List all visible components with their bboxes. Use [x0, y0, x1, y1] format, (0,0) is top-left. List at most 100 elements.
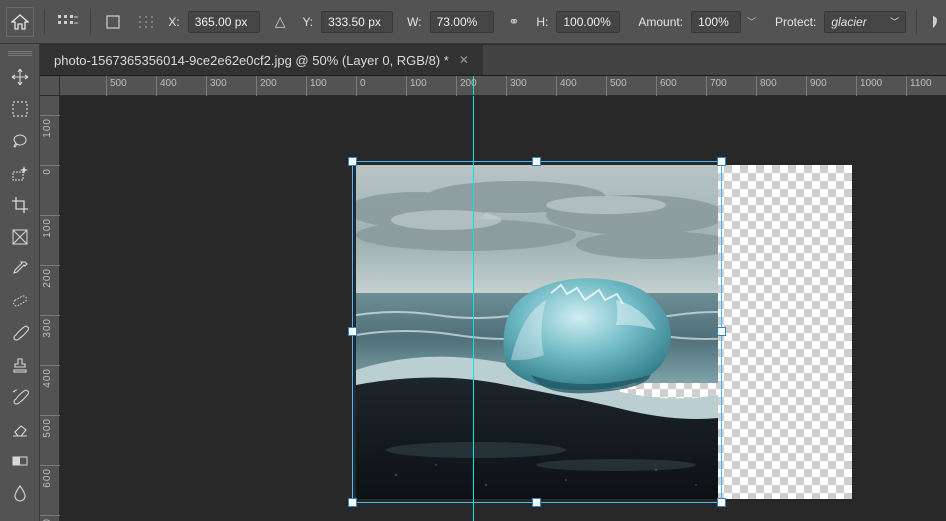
toggle-grid-icon[interactable] — [134, 9, 159, 35]
move-tool[interactable] — [4, 61, 36, 93]
ruler-h-label: 1100 — [910, 78, 932, 89]
square-icon — [106, 15, 120, 29]
separator — [44, 9, 45, 35]
amount-label: Amount: — [638, 15, 683, 29]
ruler-v-label: 100 — [42, 118, 53, 138]
link-wh-button[interactable]: ⚭ — [502, 9, 527, 35]
ruler-h-label: 500 — [610, 78, 627, 89]
marquee-tool[interactable] — [4, 93, 36, 125]
history-brush-tool[interactable] — [4, 381, 36, 413]
reference-point-selector[interactable] — [55, 9, 80, 35]
y-label: Y: — [302, 15, 313, 29]
reference-grid-icon — [57, 14, 79, 30]
eraser-tool[interactable] — [4, 413, 36, 445]
document-tab[interactable]: photo-1567365356014-9ce2e62e0cf2.jpg @ 5… — [40, 45, 483, 75]
ruler-h-tick: 300 — [206, 76, 207, 96]
x-field[interactable] — [188, 11, 260, 33]
crop-tool[interactable] — [4, 189, 36, 221]
gradient-icon — [11, 452, 29, 470]
ruler-h-tick: 1000 — [856, 76, 857, 96]
options-bar: X: △ Y: W: ⚭ H: Amount: ﹀ Protect: glaci… — [0, 0, 946, 44]
crop-icon — [11, 196, 29, 214]
ruler-h-tick: 800 — [756, 76, 757, 96]
w-field[interactable] — [430, 11, 494, 33]
amount-stepper[interactable]: ﹀ — [747, 15, 757, 28]
eyedropper-tool[interactable] — [4, 253, 36, 285]
document-title: photo-1567365356014-9ce2e62e0cf2.jpg @ 5… — [54, 53, 449, 68]
ruler-h-label: 200 — [260, 78, 277, 89]
brush-tool[interactable] — [4, 317, 36, 349]
document-tab-bar: photo-1567365356014-9ce2e62e0cf2.jpg @ 5… — [40, 44, 946, 76]
ruler-h-tick: 100 — [406, 76, 407, 96]
chevron-down-icon: ﹀ — [890, 15, 899, 28]
y-field[interactable] — [321, 11, 393, 33]
lasso-tool[interactable] — [4, 125, 36, 157]
x-label: X: — [168, 15, 179, 29]
ruler-v-label: 400 — [42, 368, 53, 388]
ruler-h-tick: 500 — [106, 76, 107, 96]
dot-grid-icon — [138, 15, 154, 29]
document-background — [356, 165, 852, 499]
tools-panel — [0, 44, 40, 521]
ruler-h-label: 300 — [210, 78, 227, 89]
stamp-icon — [11, 356, 29, 374]
ruler-h-tick: 400 — [556, 76, 557, 96]
frame-tool[interactable] — [4, 221, 36, 253]
ruler-v-label: 100 — [42, 218, 53, 238]
handle-bottom-right[interactable] — [717, 498, 726, 507]
ruler-h-label: 100 — [310, 78, 327, 89]
ruler-v-tick: 600 — [40, 465, 60, 466]
lasso-icon — [11, 132, 29, 150]
protect-label: Protect: — [775, 15, 816, 29]
canvas-viewport[interactable] — [60, 96, 946, 521]
delta-icon-button[interactable]: △ — [268, 9, 293, 35]
h-label: H: — [536, 15, 548, 29]
close-tab-icon[interactable]: ✕ — [459, 53, 469, 67]
ruler-h-tick: 500 — [606, 76, 607, 96]
gradient-tool[interactable] — [4, 445, 36, 477]
handle-bottom-left[interactable] — [348, 498, 357, 507]
ruler-h-tick: 200 — [256, 76, 257, 96]
amount-field[interactable] — [691, 11, 741, 33]
protect-select[interactable]: glacier ﹀ — [824, 11, 906, 33]
blur-tool[interactable] — [4, 477, 36, 509]
wand-select-icon — [11, 164, 29, 182]
stamp-tool[interactable] — [4, 349, 36, 381]
ruler-h-label: 400 — [560, 78, 577, 89]
panel-grip[interactable] — [8, 51, 32, 57]
ruler-h-label: 100 — [410, 78, 427, 89]
protect-value: glacier — [831, 15, 866, 29]
home-icon — [11, 14, 29, 30]
ruler-h-label: 600 — [660, 78, 677, 89]
quick-select-tool[interactable] — [4, 157, 36, 189]
ruler-h-label: 800 — [760, 78, 777, 89]
eraser-icon — [11, 420, 29, 438]
ruler-h-tick: 100 — [306, 76, 307, 96]
vertical-guide[interactable] — [473, 96, 474, 521]
shield-partial-icon — [928, 15, 938, 29]
ruler-h-label: 1000 — [860, 78, 882, 89]
marquee-icon — [11, 100, 29, 118]
vertical-ruler[interactable]: 1000100200300400500600700 — [40, 96, 60, 521]
ruler-h-label: 0 — [360, 78, 366, 89]
toggle-square-icon[interactable] — [101, 9, 126, 35]
handle-bottom-center[interactable] — [532, 498, 541, 507]
ruler-h-tick: 0 — [356, 76, 357, 96]
frame-icon — [11, 228, 29, 246]
h-field[interactable] — [556, 11, 620, 33]
home-button[interactable] — [6, 7, 34, 37]
ruler-h-label: 500 — [110, 78, 127, 89]
separator — [916, 9, 917, 35]
image-layer[interactable] — [356, 165, 718, 499]
droplet-icon — [11, 484, 29, 502]
ruler-h-tick: 300 — [506, 76, 507, 96]
overflow-button[interactable] — [927, 9, 940, 35]
healing-tool[interactable] — [4, 285, 36, 317]
ruler-v-label: 300 — [42, 318, 53, 338]
ruler-v-tick: 100 — [40, 115, 60, 116]
ruler-h-tick: 1100 — [906, 76, 907, 96]
ruler-v-label: 500 — [42, 418, 53, 438]
ruler-v-tick: 100 — [40, 215, 60, 216]
ruler-h-tick: 700 — [706, 76, 707, 96]
horizontal-ruler[interactable]: 5004003002001000100200300400500600700800… — [60, 76, 946, 96]
